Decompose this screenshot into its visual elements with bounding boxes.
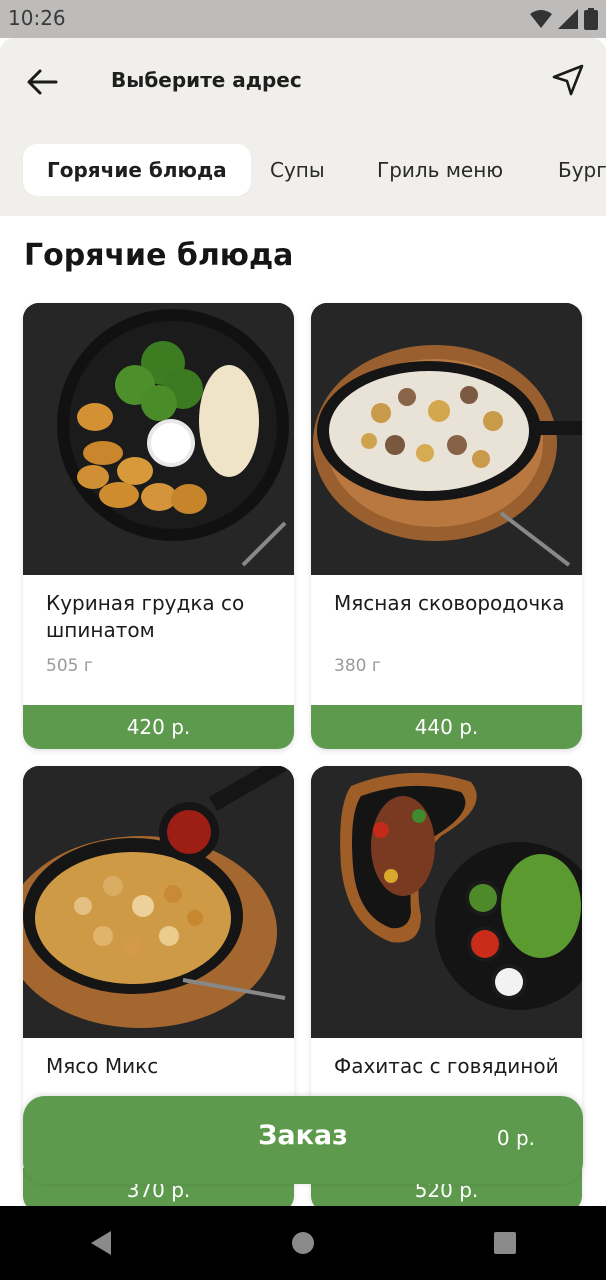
- address-selector[interactable]: Выберите адрес: [111, 68, 302, 92]
- product-weight: 380 г: [334, 656, 381, 676]
- order-sum: 0 р.: [496, 1126, 535, 1150]
- product-name: Мясная сковородочка: [334, 591, 565, 615]
- nav-recents-icon: [494, 1232, 516, 1254]
- tab-hot-dishes[interactable]: Горячие блюда: [23, 144, 251, 196]
- product-image: [311, 766, 582, 1038]
- back-button[interactable]: [22, 62, 62, 102]
- product-price-button[interactable]: 420 р.: [23, 705, 294, 749]
- product-image: [23, 303, 294, 575]
- status-bar: 10:26: [0, 0, 606, 38]
- status-time: 10:26: [8, 6, 66, 30]
- nav-recents-button[interactable]: [475, 1213, 535, 1273]
- product-weight: 505 г: [46, 656, 93, 676]
- product-name: Фахитас с говядиной: [334, 1054, 559, 1078]
- product-card[interactable]: Мясная сковородочка 380 г 440 р.: [311, 303, 582, 749]
- product-name: Мясо Микс: [46, 1054, 159, 1078]
- product-image: [311, 303, 582, 575]
- product-image: [23, 766, 294, 1038]
- nav-home-icon: [292, 1232, 314, 1254]
- battery-icon: [584, 8, 598, 30]
- app-header: Выберите адрес Горячие блюда Супы Гриль …: [0, 38, 606, 216]
- wifi-icon: [530, 10, 552, 28]
- nav-back-icon: [91, 1231, 111, 1255]
- back-arrow-icon: [27, 69, 58, 95]
- signal-icon: [558, 9, 578, 29]
- tab-burgers[interactable]: Бург: [558, 144, 606, 196]
- navigation-arrow-icon: [552, 64, 584, 96]
- status-icons: [530, 8, 598, 30]
- nav-home-button[interactable]: [273, 1213, 333, 1273]
- tab-grill-menu[interactable]: Гриль меню: [377, 144, 503, 196]
- category-tabs: Горячие блюда Супы Гриль меню Бург: [0, 144, 606, 196]
- nav-back-button[interactable]: [71, 1213, 131, 1273]
- product-name: Куриная грудка со шпинатом: [46, 591, 245, 642]
- system-nav-bar: [0, 1206, 606, 1280]
- location-button[interactable]: [548, 60, 588, 100]
- product-card[interactable]: Куриная грудка со шпинатом 505 г 420 р.: [23, 303, 294, 749]
- tab-soups[interactable]: Супы: [270, 144, 325, 196]
- order-button[interactable]: Заказ 0 р.: [23, 1096, 583, 1184]
- product-price-button[interactable]: 440 р.: [311, 705, 582, 749]
- section-title: Горячие блюда: [24, 238, 294, 273]
